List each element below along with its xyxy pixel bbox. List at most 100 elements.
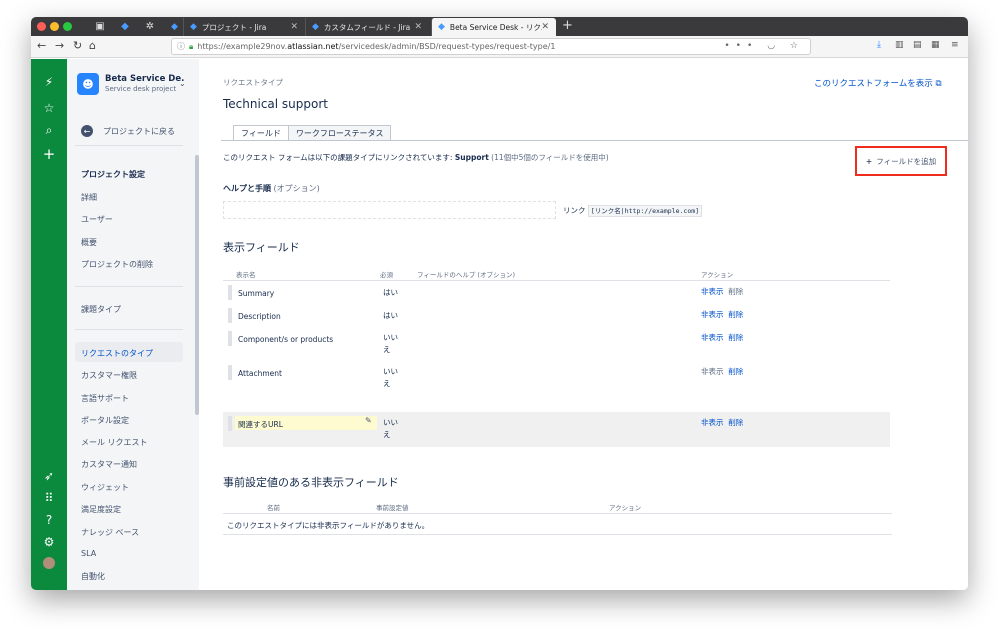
- hide-link[interactable]: 非表示: [701, 418, 724, 427]
- bookmark-star-icon[interactable]: ☆: [790, 41, 804, 51]
- pinned-tab-jira[interactable]: ◆: [114, 18, 136, 35]
- pocket-icon[interactable]: ◡: [767, 41, 781, 51]
- delete-link[interactable]: 削除: [728, 310, 743, 319]
- pinned-tab-settings[interactable]: ✲: [139, 18, 161, 35]
- minimize-window-button[interactable]: [50, 22, 59, 31]
- menu-icon[interactable]: ≡: [951, 40, 959, 50]
- empty-hidden-fields-message: このリクエストタイプには非表示フィールドがありません。: [227, 521, 430, 530]
- url-prefix: https://example29nov.: [197, 42, 288, 51]
- drag-handle[interactable]: [228, 285, 232, 300]
- hide-link[interactable]: 非表示: [701, 310, 724, 319]
- sidebar-item-customer-notifications[interactable]: カスタマー通知: [81, 459, 137, 470]
- help-icon[interactable]: ?: [31, 513, 67, 527]
- help-label-text: ヘルプと手順: [223, 184, 271, 193]
- tab-workflow-status[interactable]: ワークフローステータス: [287, 125, 392, 141]
- library-icon[interactable]: ▥: [895, 40, 904, 50]
- forward-arrow-icon[interactable]: →: [55, 39, 64, 52]
- sidebar-item-delete-project[interactable]: プロジェクトの削除: [81, 259, 153, 270]
- hide-link[interactable]: 非表示: [701, 287, 724, 296]
- star-icon[interactable]: ☆: [31, 101, 67, 115]
- jira-icon: ◆: [171, 22, 178, 32]
- url-field[interactable]: ⓘ 🔒︎ https://example29nov. atlassian.net /…: [171, 38, 811, 55]
- sidebar-item-sla[interactable]: SLA: [81, 549, 96, 558]
- add-field-button[interactable]: + フィールドを追加: [855, 146, 947, 176]
- home-icon[interactable]: ⌂: [89, 39, 96, 52]
- view-form-link[interactable]: このリクエストフォームを表示 ⧉: [814, 77, 942, 89]
- tab-projects[interactable]: ◆ プロジェクト - Jira ✕: [183, 18, 305, 36]
- form-tabs: フィールド ワークフローステータス: [233, 125, 392, 141]
- tab-custom-fields[interactable]: ◆ カスタムフィールド - Jira ✕: [305, 18, 429, 36]
- settings-gear-icon[interactable]: ⚙: [31, 535, 67, 549]
- close-window-button[interactable]: [37, 22, 46, 31]
- extension-icon[interactable]: ▦: [931, 40, 940, 50]
- drag-handle[interactable]: [228, 416, 232, 431]
- table-row[interactable]: Summary はい 非表示 削除: [223, 281, 890, 304]
- issue-type-name: Support: [454, 153, 489, 162]
- sidebar-item-users[interactable]: ユーザー: [81, 214, 113, 225]
- sidebar-item-summary[interactable]: 概要: [81, 237, 97, 248]
- delete-link[interactable]: 削除: [728, 418, 743, 427]
- sidebar-item-issue-types[interactable]: 課題タイプ: [81, 304, 121, 315]
- sidebar-item-knowledge-base[interactable]: ナレッジ ベース: [81, 527, 139, 538]
- project-name[interactable]: Beta Service De...: [105, 74, 185, 84]
- pinned-tab-app[interactable]: ▣: [89, 18, 111, 35]
- reload-icon[interactable]: ↻: [73, 39, 82, 52]
- tab-bar: ▣ ◆ ✲ ◆ ◆ プロジェクト - Jira ✕ ◆ カスタムフィールド - …: [31, 17, 968, 36]
- project-avatar-icon[interactable]: ☻: [77, 73, 99, 95]
- sidebar-item-portal-settings[interactable]: ポータル設定: [81, 415, 129, 426]
- delete-link[interactable]: 削除: [728, 333, 743, 342]
- chevron-down-icon[interactable]: ⌄: [179, 79, 186, 88]
- drag-handle[interactable]: [228, 308, 232, 323]
- close-tab-icon[interactable]: ✕: [290, 22, 298, 32]
- new-tab-button[interactable]: +: [562, 18, 573, 33]
- search-icon[interactable]: ⌕: [31, 123, 67, 138]
- sidebar-item-customer-permissions[interactable]: カスタマー権限: [81, 370, 137, 381]
- tab-jira-small[interactable]: ◆: [165, 18, 179, 36]
- tab-service-desk[interactable]: ◆ Beta Service Desk - リクエスト ✕: [431, 18, 556, 36]
- col-name: 名前: [267, 504, 280, 512]
- close-tab-icon[interactable]: ✕: [414, 22, 422, 32]
- drag-handle[interactable]: [228, 331, 232, 346]
- create-icon[interactable]: +: [31, 145, 67, 163]
- view-form-label: このリクエストフォームを表示: [814, 79, 933, 89]
- field-name: Summary: [238, 289, 275, 298]
- info-icon[interactable]: ⓘ: [177, 41, 185, 52]
- back-arrow-icon[interactable]: ←: [37, 39, 46, 52]
- drag-handle[interactable]: [228, 365, 232, 380]
- download-icon[interactable]: ⤓: [877, 40, 881, 50]
- sidebar-toggle-icon[interactable]: ▤: [913, 40, 922, 50]
- zoom-window-button[interactable]: [63, 22, 72, 31]
- sidebar-item-request-types[interactable]: リクエストのタイプ: [81, 348, 153, 359]
- breadcrumb[interactable]: リクエストタイプ: [223, 77, 283, 88]
- help-instructions-input[interactable]: [223, 201, 556, 219]
- table-row[interactable]: Description はい 非表示 削除: [223, 304, 890, 327]
- table-row[interactable]: Component/s or products いいえ 非表示 削除: [223, 327, 890, 361]
- rocket-icon[interactable]: ➶: [31, 469, 67, 483]
- sidebar-item-language-support[interactable]: 言語サポート: [81, 393, 129, 404]
- sidebar-item-details[interactable]: 詳細: [81, 192, 97, 203]
- pencil-icon[interactable]: ✎: [365, 416, 372, 425]
- col-preset-value: 事前設定値: [376, 504, 409, 512]
- external-link-icon: ⧉: [935, 79, 942, 89]
- close-tab-icon[interactable]: ✕: [541, 22, 549, 32]
- delete-link[interactable]: 削除: [728, 367, 743, 376]
- hide-link[interactable]: 非表示: [701, 333, 724, 342]
- back-to-project-link[interactable]: ← プロジェクトに戻る: [81, 125, 175, 137]
- link-syntax-code: [リンク名|http://example.com]: [587, 205, 703, 217]
- more-icon[interactable]: •••: [724, 41, 758, 51]
- sidebar-item-satisfaction[interactable]: 満足度設定: [81, 504, 121, 515]
- sidebar-item-widget[interactable]: ウィジェット: [81, 482, 129, 493]
- sidebar-item-email-requests[interactable]: メール リクエスト: [81, 437, 148, 448]
- table-row[interactable]: 関連するURL ✎ いいえ 非表示 削除: [223, 412, 890, 447]
- tab-fields[interactable]: フィールド: [233, 125, 289, 141]
- field-name: Component/s or products: [238, 335, 334, 344]
- plus-icon: +: [865, 156, 873, 166]
- app-switcher-icon[interactable]: ⠿: [31, 491, 67, 505]
- avatar[interactable]: [31, 557, 67, 572]
- jira-icon: ◆: [312, 22, 319, 32]
- sidebar-item-automation[interactable]: 自動化: [81, 571, 105, 582]
- table-row[interactable]: Attachment いいえ 非表示 削除: [223, 361, 890, 395]
- jira-logo-icon[interactable]: ⚡︎: [31, 75, 67, 89]
- jira-icon: ◆: [190, 22, 197, 32]
- divider: [75, 145, 183, 146]
